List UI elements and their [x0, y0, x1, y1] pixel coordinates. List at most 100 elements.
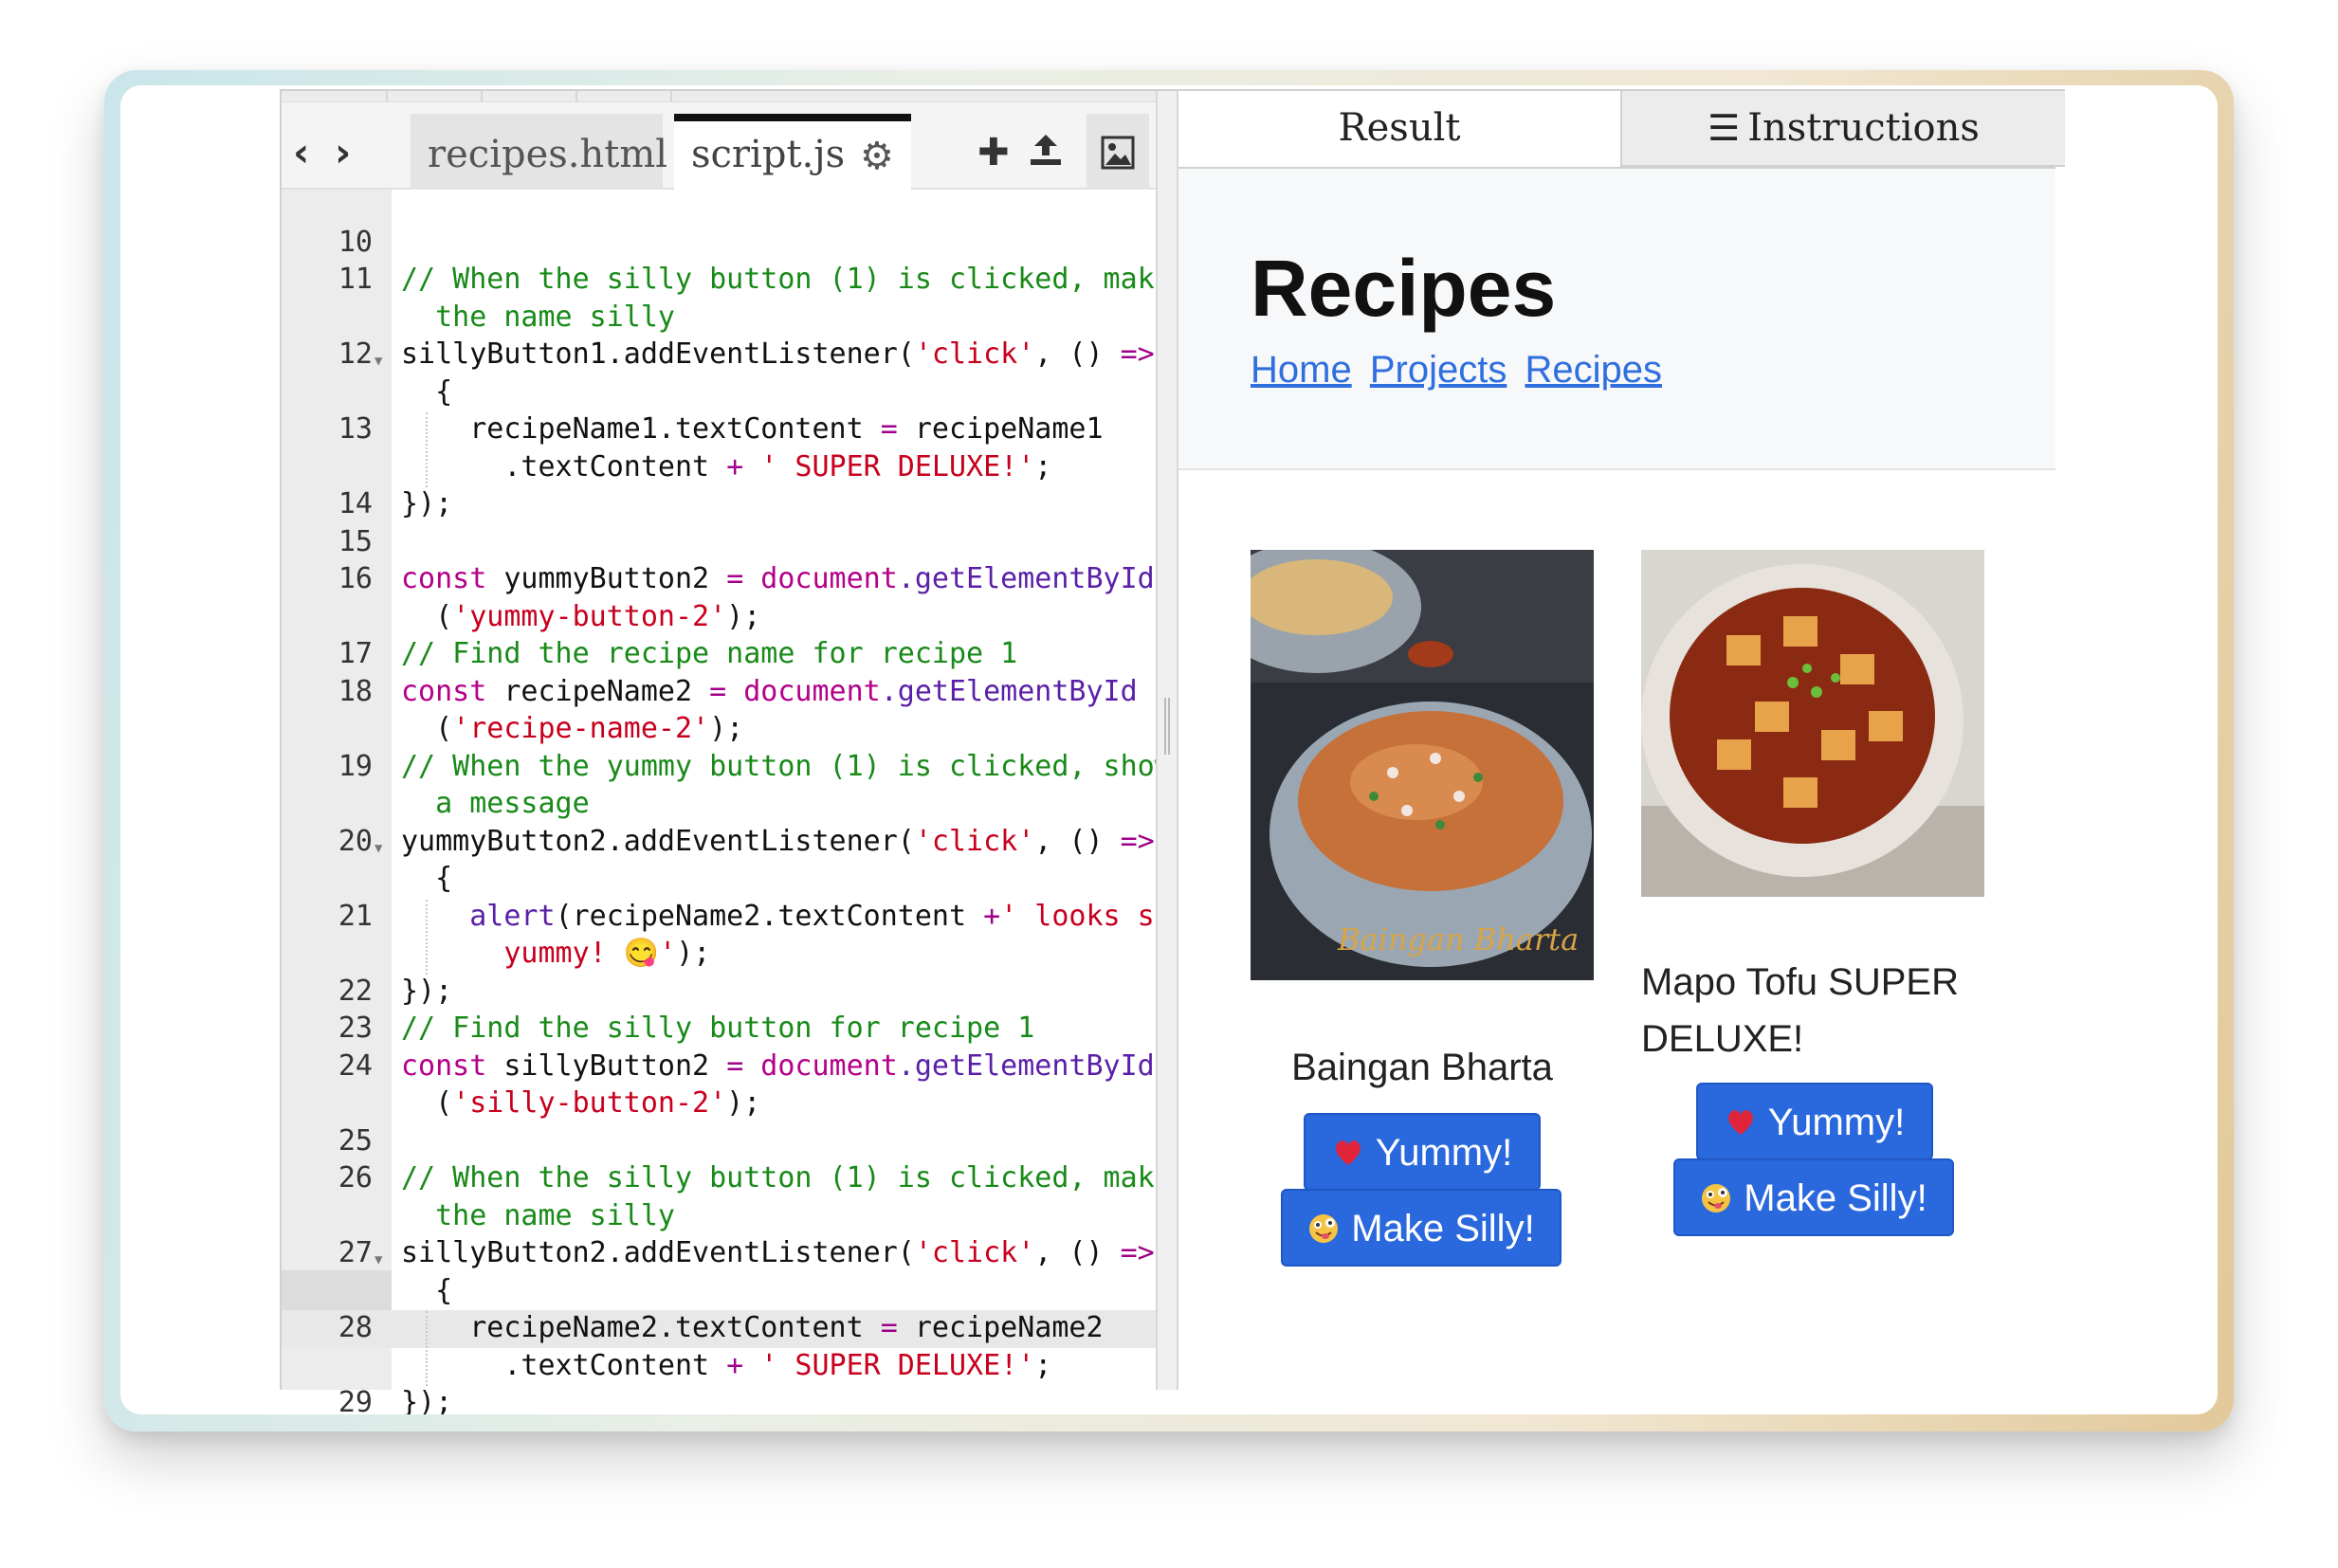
code-line: }); [401, 1386, 453, 1414]
upload-icon[interactable] [1027, 131, 1065, 178]
tab-label: Result [1338, 106, 1461, 150]
code-line: alert(recipeName2.textContent +' looks s… [401, 899, 1172, 933]
result-pane: Result ☰ Instructions Recipes Home Projec… [1178, 91, 2065, 1390]
line-number: 20 [338, 824, 373, 858]
code-line: .textContent + ' SUPER DELUXE!'; [401, 1348, 1052, 1382]
line-number: 18 [338, 674, 373, 708]
heart-icon [1335, 1140, 1361, 1165]
line-number: 23 [338, 1012, 373, 1046]
line-number: 27 [338, 1236, 373, 1270]
nav-link-recipes[interactable]: Recipes [1525, 349, 1662, 391]
line-number: 11 [338, 263, 373, 297]
line-number: 29 [338, 1386, 373, 1414]
code-line: sillyButton1.addEventListener('click', (… [401, 337, 1155, 372]
editor-top-strip [282, 91, 1156, 102]
tab-instructions[interactable]: ☰ Instructions [1622, 91, 2065, 167]
line-number: 25 [338, 1123, 373, 1158]
line-number: 10 [338, 225, 373, 259]
tab-recipes-html[interactable]: recipes.html [411, 114, 667, 190]
make-silly-button-1[interactable]: Make Silly! [1281, 1189, 1562, 1267]
page-header: Recipes Home Projects Recipes [1178, 167, 2055, 470]
code-line: sillyButton2.addEventListener('click', (… [401, 1236, 1155, 1270]
line-number: 14 [338, 487, 373, 521]
heart-icon [1727, 1110, 1753, 1135]
code-area[interactable]: 10 11 12 ▼ 13 14 15 16 17 18 19 20 ▼ 21 … [282, 190, 1172, 1414]
code-editor-pane: ‹ › recipes.html script.js ⚙ ✚ 10 11 12 … [282, 91, 1172, 1414]
list-icon: ☰ [1708, 107, 1741, 149]
fold-arrow-icon[interactable]: ▼ [374, 354, 382, 369]
line-number: 17 [338, 637, 373, 671]
code-line: ('silly-button-2'); [401, 1086, 761, 1121]
code-line: const sillyButton2 = document.getElement… [401, 1048, 1155, 1083]
code-line: { [401, 862, 453, 896]
fold-arrow-icon[interactable]: ▼ [374, 841, 382, 856]
code-line: // Find the silly button for recipe 1 [401, 1012, 1035, 1046]
line-number: 26 [338, 1161, 373, 1195]
tab-label: Instructions [1747, 106, 1980, 150]
app-window: ‹ › recipes.html script.js ⚙ ✚ 10 11 12 … [120, 85, 2218, 1414]
line-number: 12 [338, 337, 373, 372]
code-line: recipeName2.textContent = recipeName2 [401, 1311, 1104, 1345]
code-line: a message [401, 787, 590, 821]
recipe-name-2: Mapo Tofu SUPER DELUXE! [1641, 961, 1959, 1060]
chevron-left-icon[interactable]: ‹ [293, 129, 309, 175]
line-number: 13 [338, 412, 373, 447]
code-line: ('yummy-button-2'); [401, 599, 761, 633]
line-number: 19 [338, 749, 373, 783]
code-line: // When the silly button (1) is clicked,… [401, 1161, 1172, 1195]
code-playground: ‹ › recipes.html script.js ⚙ ✚ 10 11 12 … [280, 89, 2065, 1414]
code-line: // When the yummy button (1) is clicked,… [401, 749, 1172, 783]
recipe-image-mapo-tofu [1641, 550, 1984, 897]
zany-face-icon [1309, 1214, 1339, 1243]
yummy-button-1[interactable]: Yummy! [1304, 1113, 1541, 1191]
fold-arrow-icon[interactable]: ▼ [374, 1252, 382, 1267]
tab-result[interactable]: Result [1178, 91, 1622, 167]
strip-divider [481, 91, 483, 102]
zany-face-icon [1702, 1184, 1731, 1212]
tab-script-js[interactable]: script.js ⚙ [674, 114, 911, 191]
make-silly-button-2[interactable]: Make Silly! [1673, 1158, 1954, 1236]
nav-links: Home Projects Recipes [1251, 349, 1670, 392]
code-line: yummyButton2.addEventListener('click', (… [401, 824, 1155, 858]
gear-icon[interactable]: ⚙ [860, 135, 894, 178]
line-number: 21 [338, 899, 373, 933]
code-line: .textContent + ' SUPER DELUXE!'; [401, 449, 1052, 483]
line-number: 24 [338, 1048, 373, 1083]
line-number: 22 [338, 974, 373, 1008]
strip-divider [575, 91, 577, 102]
strip-divider [386, 91, 388, 102]
code-line: ('recipe-name-2'); [401, 712, 744, 746]
code-line: // When the silly button (1) is clicked,… [401, 263, 1172, 297]
nav-link-home[interactable]: Home [1251, 349, 1352, 391]
yummy-button-2[interactable]: Yummy! [1696, 1083, 1933, 1160]
code-line: }); [401, 974, 453, 1008]
recipe-name-1: Baingan Bharta [1291, 1047, 1553, 1088]
chevron-right-icon[interactable]: › [335, 129, 351, 175]
nav-link-projects[interactable]: Projects [1370, 349, 1507, 391]
image-caption: Baingan Bharta [1338, 921, 1580, 957]
file-tab-bar: ‹ › recipes.html script.js ⚙ ✚ [282, 102, 1156, 191]
code-line: const yummyButton2 = document.getElement… [401, 562, 1155, 596]
code-line: { [401, 374, 453, 409]
result-tab-bar: Result ☰ Instructions [1178, 91, 2065, 167]
line-number: 16 [338, 562, 373, 596]
strip-divider [670, 91, 672, 102]
code-line: the name silly [401, 1198, 675, 1232]
code-line: }); [401, 487, 453, 521]
code-line: const recipeName2 = document.getElementB… [401, 674, 1138, 708]
splitter-grip[interactable] [1164, 698, 1170, 755]
recipe-image-baingan-bharta: Baingan Bharta [1251, 550, 1594, 980]
code-line: // Find the recipe name for recipe 1 [401, 637, 1018, 671]
code-line: recipeName1.textContent = recipeName1 [401, 412, 1104, 447]
page-title: Recipes [1251, 244, 1557, 333]
code-line: yummy! 😋'); [401, 937, 711, 971]
line-number: 15 [338, 524, 373, 558]
code-line: the name silly [401, 300, 675, 334]
image-button[interactable] [1087, 114, 1149, 190]
line-number: 28 [338, 1311, 373, 1345]
plus-icon[interactable]: ✚ [977, 131, 1010, 174]
tab-label: script.js [691, 133, 846, 176]
pane-splitter[interactable] [1156, 91, 1178, 1390]
tab-label: recipes.html [428, 133, 668, 176]
code-line: { [401, 1273, 453, 1307]
